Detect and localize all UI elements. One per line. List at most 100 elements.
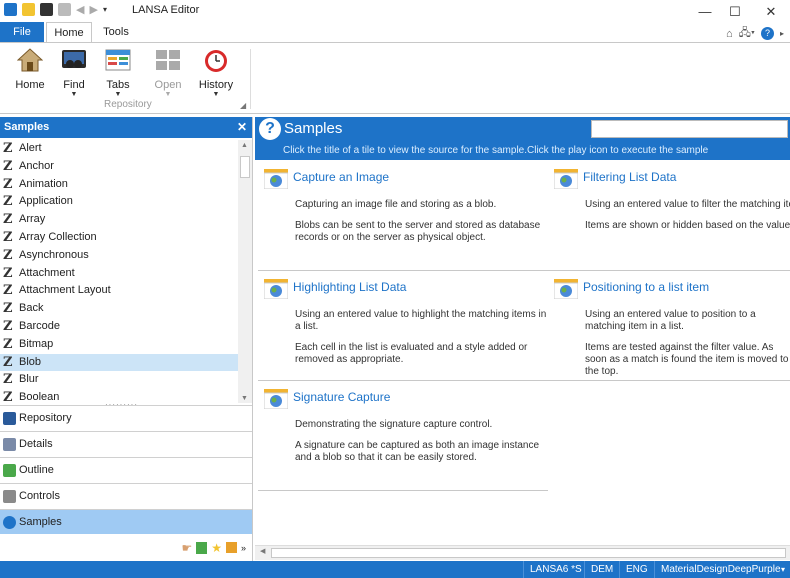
tile-title[interactable]: Filtering List Data <box>583 170 676 184</box>
status-bar: LANSA6 *S DEM ENG MaterialDesignDeepPurp… <box>0 561 790 578</box>
list-item[interactable]: Z Asynchronous <box>0 247 238 265</box>
book-icon[interactable] <box>196 541 208 554</box>
tile-title[interactable]: Highlighting List Data <box>293 280 406 294</box>
list-item-selected[interactable]: Z Blob <box>0 353 238 372</box>
help-dropdown-icon[interactable]: ▸ <box>780 29 784 38</box>
customize-qat-icon[interactable]: ▾ <box>103 5 107 14</box>
nav-label: Samples <box>19 516 62 528</box>
history-dropdown-icon: ▼ <box>212 91 220 98</box>
tabs-icon <box>105 49 131 71</box>
left-panel-close-button[interactable]: ✕ <box>237 117 247 138</box>
nav-label: Outline <box>19 464 54 476</box>
horizontal-scrollbar[interactable]: ◀ <box>255 545 790 560</box>
list-item-label: Bitmap <box>19 337 54 350</box>
tile-desc-line: A signature can be captured as both an i… <box>295 440 540 463</box>
nav-repository[interactable]: Repository <box>0 405 252 430</box>
outline-icon <box>3 464 16 477</box>
list-item[interactable]: Z Application <box>0 193 238 211</box>
samples-list: Z Alert Z Anchor Z Animation Z Application Z… <box>0 140 238 402</box>
scroll-down-icon[interactable]: ▼ <box>241 395 248 402</box>
list-item[interactable]: Z Barcode <box>0 318 238 336</box>
list-item-label: Anchor <box>19 159 54 172</box>
overflow-chevron-icon[interactable]: » <box>241 543 246 553</box>
help-icon[interactable]: ? <box>760 27 774 40</box>
list-item[interactable]: Z Alert <box>0 140 238 158</box>
close-button[interactable]: ✕ <box>756 2 786 22</box>
tab-tools[interactable]: Tools <box>96 22 136 42</box>
list-item[interactable]: Z Attachment Layout <box>0 282 238 300</box>
globe-icon <box>264 169 288 189</box>
nav-details[interactable]: Details <box>0 431 252 456</box>
save-icon[interactable] <box>40 3 53 16</box>
list-item[interactable]: Z Array Collection <box>0 229 238 247</box>
tag-icon[interactable] <box>225 542 237 553</box>
tile-divider <box>258 270 548 271</box>
back-arrow-icon[interactable]: ◀ <box>76 3 84 16</box>
star-icon[interactable]: ★ <box>211 541 222 555</box>
tile-title[interactable]: Positioning to a list item <box>583 280 709 294</box>
nav-samples[interactable]: Samples <box>0 509 252 534</box>
scroll-up-icon[interactable]: ▲ <box>241 142 248 149</box>
monitor-icon <box>3 412 16 425</box>
ribbon: Home Find ▼ Tabs ▼ Open ▼ History ▼ Repo… <box>0 42 790 114</box>
collapse-ribbon-icon[interactable]: ⌂ <box>726 28 733 40</box>
home-label: Home <box>15 79 45 91</box>
hand-icon[interactable]: ☛ <box>181 541 192 555</box>
list-item[interactable]: Z Anchor <box>0 158 238 176</box>
main-header: ? Samples <box>255 117 790 142</box>
list-scrollbar[interactable]: ▲ ▼ <box>238 140 252 403</box>
tile-desc-line: Capturing an image file and storing as a… <box>295 199 497 210</box>
list-item[interactable]: Z Back <box>0 300 238 318</box>
tile-desc-line: Items are tested against the filter valu… <box>585 342 789 377</box>
z-icon: Z <box>3 229 13 245</box>
open-folder-icon[interactable] <box>22 3 35 16</box>
list-item[interactable]: Z Blur <box>0 371 238 389</box>
status-dropdown-icon[interactable]: ▾ <box>781 561 785 578</box>
open-button[interactable]: Open ▼ <box>146 47 190 99</box>
list-item-label: Back <box>19 302 44 315</box>
tabs-button[interactable]: Tabs ▼ <box>96 47 140 99</box>
list-item[interactable]: Z Attachment <box>0 265 238 283</box>
network-icon[interactable]: 🖧▾ <box>739 24 755 43</box>
download-icon[interactable] <box>58 3 71 16</box>
maximize-button[interactable]: ☐ <box>720 2 750 22</box>
search-input[interactable] <box>591 120 788 138</box>
list-item[interactable]: Z Array <box>0 211 238 229</box>
status-theme: MaterialDesignDeepPurple <box>654 561 787 578</box>
list-item[interactable]: Z Animation <box>0 176 238 194</box>
z-icon: Z <box>3 301 13 317</box>
tile-title[interactable]: Signature Capture <box>293 390 390 404</box>
tile-description: Capturing an image file and storing as a… <box>295 199 548 253</box>
scrollbar-thumb[interactable] <box>240 156 250 178</box>
tile-desc-line: Using an entered value to position to a … <box>585 309 756 332</box>
tile-signature-capture: Signature Capture Demonstrating the sign… <box>258 383 548 491</box>
help-circle-icon: ? <box>259 118 281 140</box>
tab-home[interactable]: Home <box>46 22 92 43</box>
tile-divider <box>258 380 548 381</box>
forward-arrow-icon[interactable]: ▶ <box>89 3 97 16</box>
history-button[interactable]: History ▼ <box>194 47 238 99</box>
dialog-launcher-icon[interactable]: ◢ <box>240 101 246 110</box>
globe-icon <box>554 169 578 189</box>
left-panel-header: Samples ✕ <box>0 117 252 138</box>
list-item-label: Animation <box>19 177 68 190</box>
tab-file[interactable]: File <box>0 22 44 42</box>
scroll-left-icon[interactable]: ◀ <box>260 547 265 555</box>
details-icon <box>3 438 16 451</box>
z-icon: Z <box>3 354 13 370</box>
tile-title[interactable]: Capture an Image <box>293 170 389 184</box>
list-item-label: Boolean <box>19 391 60 402</box>
tile-description: Using an entered value to position to a … <box>585 309 790 381</box>
ribbon-right-controls: ⌂ 🖧▾ ? ▸ <box>726 24 784 43</box>
home-button[interactable]: Home <box>8 47 52 91</box>
find-button[interactable]: Find ▼ <box>52 47 96 99</box>
list-item[interactable]: Z Bitmap <box>0 336 238 354</box>
status-language: ENG <box>619 561 654 578</box>
scrollbar-thumb[interactable] <box>271 548 786 558</box>
nav-outline[interactable]: Outline <box>0 457 252 482</box>
binoculars-icon <box>62 50 86 68</box>
z-icon: Z <box>3 158 13 174</box>
minimize-button[interactable]: — <box>690 2 720 22</box>
find-dropdown-icon: ▼ <box>70 91 78 98</box>
nav-controls[interactable]: Controls <box>0 483 252 508</box>
